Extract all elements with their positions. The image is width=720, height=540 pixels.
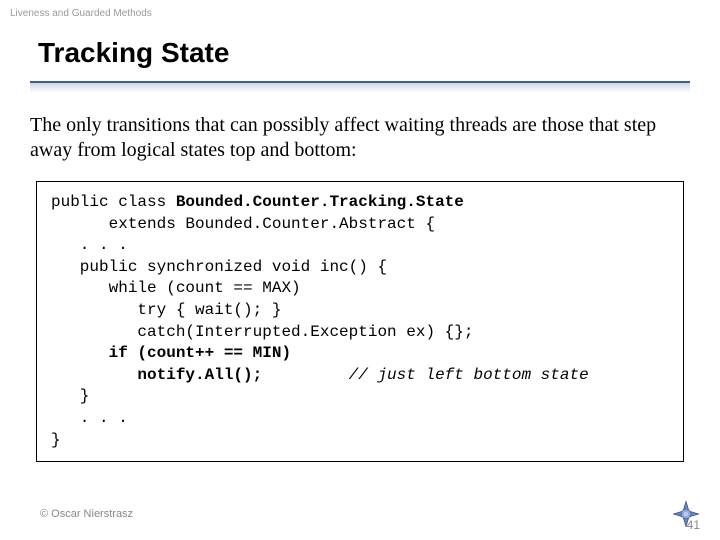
page-number: 41 <box>687 518 700 532</box>
copyright-text: © Oscar Nierstrasz <box>40 508 133 520</box>
code-line: } <box>51 431 61 449</box>
code-line: extends Bounded.Counter.Abstract { <box>51 215 435 233</box>
code-line: while (count == MAX) <box>51 279 301 297</box>
code-line: catch(Interrupted.Exception ex) {}; <box>51 323 473 341</box>
code-line: try { wait(); } <box>51 301 281 319</box>
code-line: } <box>51 387 89 405</box>
code-block: public class Bounded.Counter.Tracking.St… <box>36 181 684 462</box>
code-line: . . . <box>51 409 128 427</box>
title-divider <box>0 81 720 93</box>
code-line: . . . <box>51 236 128 254</box>
code-line: public class <box>51 193 176 211</box>
breadcrumb: Liveness and Guarded Methods <box>0 0 720 19</box>
code-line: public synchronized void inc() { <box>51 258 387 276</box>
code-classname: Bounded.Counter.Tracking.State <box>176 193 464 211</box>
code-line: if (count++ == MIN) <box>51 344 291 362</box>
footer: © Oscar Nierstrasz <box>40 500 700 528</box>
page-title: Tracking State <box>0 19 720 81</box>
code-line: notify.All(); <box>51 366 262 384</box>
code-comment: // just left bottom state <box>262 366 588 384</box>
body-paragraph: The only transitions that can possibly a… <box>0 93 720 173</box>
